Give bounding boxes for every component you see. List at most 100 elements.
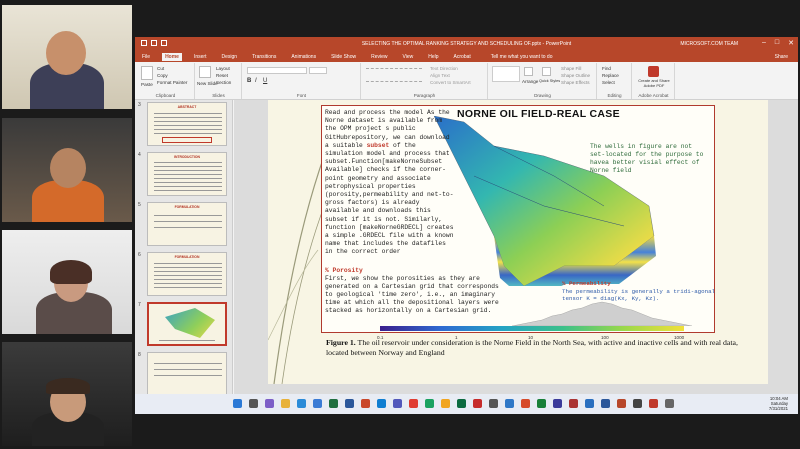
create-pdf-button[interactable]: Create and Share Adobe PDF bbox=[635, 78, 673, 88]
tab-help[interactable]: Help bbox=[425, 53, 441, 61]
app-icon[interactable] bbox=[473, 399, 482, 408]
permeability-header: % Permeability bbox=[562, 280, 611, 287]
tab-slide-show[interactable]: Slide Show bbox=[328, 53, 359, 61]
slide-thumbnail[interactable] bbox=[147, 352, 227, 396]
share-button[interactable]: Share bbox=[775, 54, 788, 60]
tab-acrobat[interactable]: Acrobat bbox=[451, 53, 474, 61]
app-icon[interactable] bbox=[617, 399, 626, 408]
slide[interactable]: NORNE OIL FIELD-REAL CASE Read and proce… bbox=[268, 100, 768, 384]
font-name-box[interactable] bbox=[247, 67, 307, 74]
tab-animations[interactable]: Animations bbox=[288, 53, 319, 61]
search-icon[interactable] bbox=[249, 399, 258, 408]
thumbnail-number: 6 bbox=[138, 252, 141, 258]
system-clock[interactable]: 10:04 AM Saturday 7/31/2021 bbox=[769, 396, 788, 411]
app-icon[interactable] bbox=[521, 399, 530, 408]
tab-review[interactable]: Review bbox=[368, 53, 390, 61]
quick-styles-button[interactable]: Quick Styles bbox=[539, 79, 560, 83]
paste-icon[interactable] bbox=[141, 66, 153, 80]
powerpoint-window: SELECTING THE OPTIMAL RANKING STRATEGY A… bbox=[135, 37, 798, 408]
word-icon[interactable] bbox=[345, 399, 354, 408]
slide-thumbnail-selected[interactable] bbox=[147, 302, 227, 346]
maximize-icon[interactable]: □ bbox=[775, 39, 779, 47]
copy-button[interactable]: Copy bbox=[157, 73, 168, 78]
arrange-button[interactable]: Arrange bbox=[522, 79, 538, 84]
app-icon[interactable] bbox=[505, 399, 514, 408]
taskbar: 10:04 AM Saturday 7/31/2021 bbox=[135, 394, 798, 414]
reset-button[interactable]: Reset bbox=[216, 73, 228, 78]
format-painter-button[interactable]: Format Painter bbox=[157, 80, 187, 85]
outlook-icon[interactable] bbox=[377, 399, 386, 408]
shape-outline-button[interactable]: Shape Outline bbox=[561, 73, 590, 78]
slide-thumbnail[interactable]: FORMULATION bbox=[147, 202, 227, 246]
tab-view[interactable]: View bbox=[400, 53, 417, 61]
file-explorer-icon[interactable] bbox=[281, 399, 290, 408]
new-slide-button[interactable]: New Slide bbox=[197, 81, 218, 86]
account-name[interactable]: MICROSOFT.COM TEAM bbox=[680, 41, 738, 47]
app-icon[interactable] bbox=[585, 399, 594, 408]
app-icon[interactable] bbox=[633, 399, 642, 408]
quick-styles-icon[interactable] bbox=[542, 67, 551, 76]
participant-video-1[interactable] bbox=[2, 5, 132, 109]
adobe-pdf-icon[interactable] bbox=[648, 66, 659, 77]
folder-icon[interactable] bbox=[441, 399, 450, 408]
task-view-icon[interactable] bbox=[265, 399, 274, 408]
close-icon[interactable]: ✕ bbox=[788, 39, 794, 47]
app-icon[interactable] bbox=[537, 399, 546, 408]
start-icon[interactable] bbox=[233, 399, 242, 408]
bold-icon[interactable]: B bbox=[247, 78, 251, 84]
clipboard-group: Paste Cut Copy Format Painter Clipboard bbox=[137, 63, 195, 99]
shapes-gallery[interactable] bbox=[492, 66, 520, 82]
store-icon[interactable] bbox=[313, 399, 322, 408]
adobe-group: Create and Share Adobe PDF Adobe Acrobat bbox=[633, 63, 675, 99]
participant-video-2[interactable] bbox=[2, 118, 132, 222]
participant-video-3[interactable] bbox=[2, 230, 132, 334]
paste-button[interactable]: Paste bbox=[141, 82, 153, 87]
app-icon[interactable] bbox=[457, 399, 466, 408]
find-button[interactable]: Find bbox=[602, 66, 611, 71]
app-icon[interactable] bbox=[489, 399, 498, 408]
text-direction-button[interactable]: Text Direction bbox=[430, 66, 458, 71]
app-icon[interactable] bbox=[601, 399, 610, 408]
excel-icon[interactable] bbox=[329, 399, 338, 408]
clipboard-label: Clipboard bbox=[155, 93, 176, 98]
tab-home[interactable]: Home bbox=[162, 52, 182, 61]
convert-smartart-button[interactable]: Convert to SmartArt bbox=[430, 80, 471, 85]
powerpoint-icon[interactable] bbox=[361, 399, 370, 408]
participant-video-4[interactable] bbox=[2, 342, 132, 446]
edge-icon[interactable] bbox=[297, 399, 306, 408]
shape-effects-button[interactable]: Shape Effects bbox=[561, 80, 590, 85]
align-text-button[interactable]: Align Text bbox=[430, 73, 450, 78]
tab-insert[interactable]: Insert bbox=[191, 53, 210, 61]
italic-icon[interactable]: I bbox=[255, 78, 257, 84]
app-icon[interactable] bbox=[649, 399, 658, 408]
caption-text: The oil reservoir under consideration is… bbox=[326, 338, 738, 357]
shape-fill-button[interactable]: Shape Fill bbox=[561, 66, 581, 71]
slide-thumbnail[interactable]: INTRODUCTION bbox=[147, 152, 227, 196]
app-icon[interactable] bbox=[665, 399, 674, 408]
select-button[interactable]: Select bbox=[602, 80, 615, 85]
replace-button[interactable]: Replace bbox=[602, 73, 619, 78]
tell-me-search[interactable]: Tell me what you want to do bbox=[491, 54, 553, 60]
font-size-box[interactable] bbox=[309, 67, 327, 74]
minimize-icon[interactable]: – bbox=[762, 39, 766, 47]
acrobat-icon[interactable] bbox=[409, 399, 418, 408]
porosity-section: % Porosity First, we show the porosities… bbox=[325, 267, 510, 316]
new-slide-icon[interactable] bbox=[199, 66, 211, 78]
arrange-icon[interactable] bbox=[524, 67, 533, 76]
tab-file[interactable]: File bbox=[139, 53, 153, 61]
colorbar bbox=[380, 326, 684, 331]
tab-design[interactable]: Design bbox=[218, 53, 240, 61]
slide-thumbnail[interactable]: ABSTRACT bbox=[147, 102, 227, 146]
layout-button[interactable]: Layout bbox=[216, 66, 230, 71]
chrome-icon[interactable] bbox=[425, 399, 434, 408]
caption-label: Figure 1. bbox=[326, 338, 356, 347]
app-icon[interactable] bbox=[553, 399, 562, 408]
section-button[interactable]: Section bbox=[216, 80, 231, 85]
cut-button[interactable]: Cut bbox=[157, 66, 164, 71]
paragraph-controls[interactable] bbox=[366, 68, 422, 82]
app-icon[interactable] bbox=[569, 399, 578, 408]
tab-transitions[interactable]: Transitions bbox=[249, 53, 279, 61]
teams-icon[interactable] bbox=[393, 399, 402, 408]
slide-thumbnail[interactable]: FORMULATION bbox=[147, 252, 227, 296]
underline-icon[interactable]: U bbox=[263, 78, 267, 84]
